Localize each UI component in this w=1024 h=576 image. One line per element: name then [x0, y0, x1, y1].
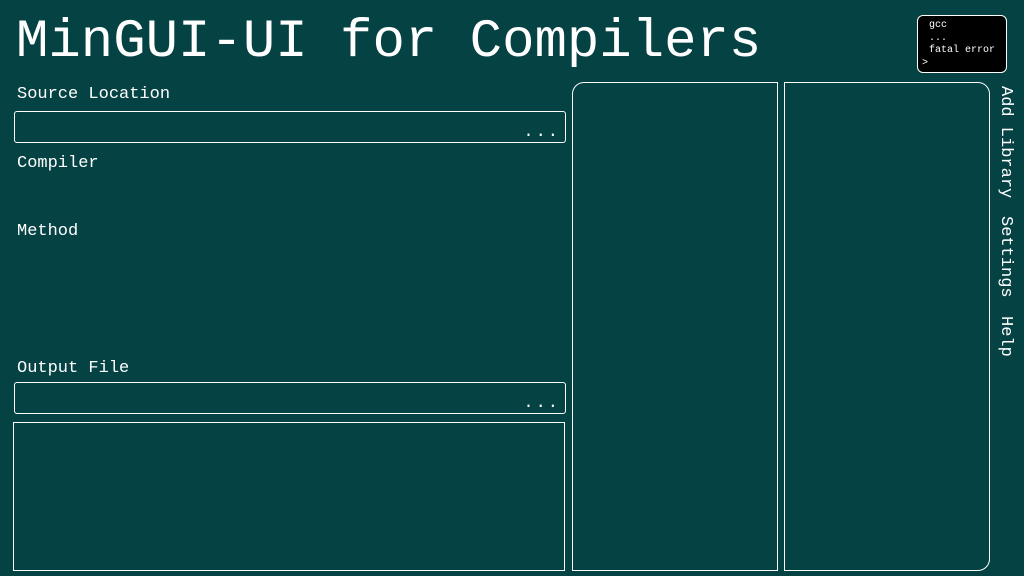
- output-file-field[interactable]: ...: [14, 382, 566, 414]
- app-title: MinGUI-UI for Compilers: [16, 12, 762, 73]
- logo-prompt: >: [922, 58, 929, 69]
- logo-line: ...: [929, 33, 948, 44]
- source-location-field[interactable]: ...: [14, 111, 566, 143]
- output-log-panel[interactable]: [13, 422, 565, 571]
- logo-line: gcc: [929, 20, 948, 31]
- source-location-label: Source Location: [17, 85, 171, 104]
- side-nav: Add Library Settings Help: [993, 86, 1015, 406]
- compiler-label: Compiler: [17, 154, 99, 173]
- method-label: Method: [17, 222, 79, 241]
- right-panel[interactable]: [784, 82, 990, 571]
- output-file-label: Output File: [17, 359, 130, 378]
- terminal-logo: gcc ... fatal error >: [917, 15, 1007, 73]
- browse-source-button[interactable]: ...: [523, 124, 560, 142]
- logo-line: fatal error: [929, 45, 996, 56]
- browse-output-button[interactable]: ...: [523, 395, 560, 413]
- help-button[interactable]: Help: [995, 316, 1015, 357]
- middle-panel[interactable]: [572, 82, 778, 571]
- add-library-button[interactable]: Add Library: [995, 86, 1015, 198]
- settings-button[interactable]: Settings: [995, 216, 1015, 298]
